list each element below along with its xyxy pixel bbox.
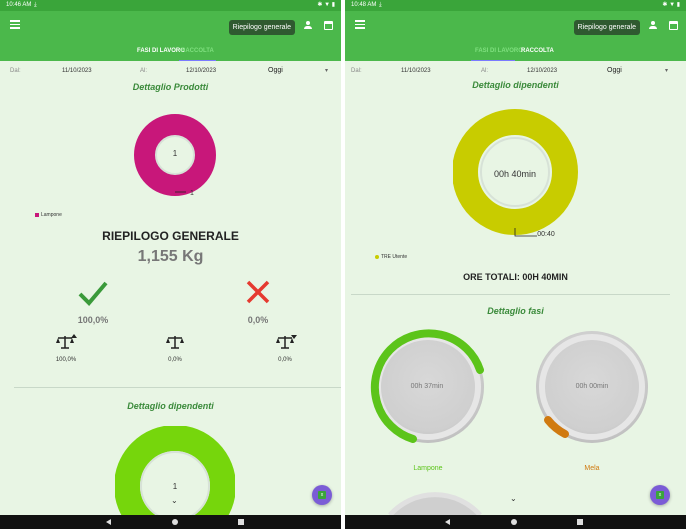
menu-icon[interactable] — [10, 20, 20, 32]
home-icon[interactable] — [511, 519, 517, 525]
signal-battery-icon: ✱ ▼ ▮ — [317, 2, 335, 8]
status-time: 10:48 AM — [351, 2, 377, 8]
tab-raccolta[interactable]: RACCOLTA — [521, 48, 554, 54]
fase-next-gauge-partial — [388, 492, 482, 515]
recents-icon[interactable] — [238, 519, 244, 525]
export-excel-button[interactable]: x — [650, 485, 670, 505]
dal-value[interactable]: 11/10/2023 — [401, 68, 431, 74]
legend-swatch — [375, 254, 379, 259]
check-icon — [78, 281, 108, 306]
section-divider — [14, 387, 341, 388]
legend-swatch — [35, 212, 39, 217]
scale-down-icon — [276, 335, 297, 349]
ore-totali: ORE TOTALI: 00H 40MIN — [463, 272, 568, 282]
status-time: 10:46 AM — [6, 2, 32, 8]
ko-percentage: 0,0% — [247, 315, 269, 325]
scale-up-value: 100,0% — [55, 357, 77, 363]
phone-right: 10:48 AM ⤓ ✱ ▼ ▮ Riepilogo generale FASI… — [345, 0, 686, 529]
period-select[interactable]: Oggi — [268, 67, 283, 74]
user-icon[interactable] — [648, 21, 658, 32]
riepilogo-generale-button[interactable]: Riepilogo generale — [228, 20, 295, 35]
fase-mela-label: Mela — [584, 465, 600, 472]
scale-icon — [166, 336, 184, 349]
system-navbar — [0, 515, 341, 529]
close-icon — [246, 280, 270, 304]
signal-battery-icon: ✱ ▼ ▮ — [662, 2, 680, 8]
date-filter: Dal: 11/10/2023 Al: 12/10/2023 Oggi ▾ — [0, 61, 341, 79]
download-icon: ⤓ — [34, 2, 37, 8]
dal-value[interactable]: 11/10/2023 — [62, 68, 92, 74]
fase-mela-time: 00h 00min — [575, 383, 609, 390]
dipendenti-donut-center: 00h 40min — [493, 169, 537, 179]
tab-fasi-di-lavoro[interactable]: FASI DI LAVORO — [475, 48, 523, 54]
dipendenti-donut — [115, 426, 235, 529]
recents-icon[interactable] — [577, 519, 583, 525]
download-icon: ⤓ — [379, 2, 382, 8]
ok-percentage: 100,0% — [77, 315, 109, 325]
scale-down-value: 0,0% — [278, 357, 292, 363]
home-icon[interactable] — [172, 519, 178, 525]
chevron-down-icon[interactable]: ▾ — [665, 67, 668, 74]
dipendenti-title: Dettaglio dipendenti — [472, 80, 559, 90]
scroll-down-icon[interactable]: ⌄ — [171, 496, 178, 505]
prodotti-donut-tick-label: 1 — [190, 190, 194, 197]
export-excel-button[interactable]: x — [312, 485, 332, 505]
riepilogo-generale-button[interactable]: Riepilogo generale — [573, 20, 640, 35]
riepilogo-kg: 1,155 Kg — [137, 248, 204, 265]
al-value[interactable]: 12/10/2023 — [527, 68, 557, 74]
tab-bar: FASI DI LAVORO RACCOLTA — [0, 41, 341, 61]
fase-lampone-time: 00h 37min — [410, 383, 444, 390]
prodotti-legend: Lampone — [35, 212, 62, 218]
back-icon[interactable] — [106, 519, 111, 525]
scroll-down-icon[interactable]: ⌄ — [510, 494, 517, 503]
user-icon[interactable] — [303, 21, 313, 32]
dipendenti-donut-center: 1 — [172, 482, 178, 491]
legend-label: Lampone — [41, 212, 62, 218]
system-navbar — [345, 515, 686, 529]
phone-left: 10:46 AM ⤓ ✱ ▼ ▮ Riepilogo generale FASI… — [0, 0, 341, 529]
al-label: Al: — [140, 68, 148, 74]
date-filter: Dal: 11/10/2023 Al: 12/10/2023 Oggi ▾ — [345, 61, 686, 79]
dipendenti-donut-tick-label: 00:40 — [537, 231, 555, 238]
dal-label: Dal: — [10, 68, 21, 74]
excel-icon: x — [318, 491, 326, 499]
dal-label: Dal: — [351, 68, 362, 74]
status-bar: 10:48 AM ⤓ ✱ ▼ ▮ — [345, 0, 686, 11]
legend-label: TRE Utente — [381, 254, 408, 260]
tab-bar: FASI DI LAVORO RACCOLTA — [345, 41, 686, 61]
fase-lampone-label: Lampone — [413, 465, 443, 472]
al-value[interactable]: 12/10/2023 — [186, 68, 216, 74]
app-bar: Riepilogo generale — [345, 11, 686, 41]
app-bar: Riepilogo generale — [0, 11, 341, 41]
dipendenti-title: Dettaglio dipendenti — [127, 401, 214, 411]
prodotti-donut-center: 1 — [172, 149, 178, 158]
period-select[interactable]: Oggi — [607, 67, 622, 74]
status-bar: 10:46 AM ⤓ ✱ ▼ ▮ — [0, 0, 341, 11]
screenshot-stage: 10:46 AM ⤓ ✱ ▼ ▮ Riepilogo generale FASI… — [0, 0, 686, 529]
excel-icon: x — [656, 491, 664, 499]
fasi-title: Dettaglio fasi — [487, 306, 544, 316]
section-divider — [351, 294, 670, 295]
dipendenti-legend: TRE Utente — [375, 254, 407, 260]
tab-fasi-di-lavoro[interactable]: FASI DI LAVORO — [137, 48, 185, 54]
chevron-down-icon[interactable]: ▾ — [325, 67, 328, 74]
tab-raccolta[interactable]: RACCOLTA — [181, 48, 214, 54]
scale-value: 0,0% — [168, 357, 182, 363]
riepilogo-title: RIEPILOGO GENERALE — [102, 229, 239, 243]
al-label: Al: — [481, 68, 489, 74]
calendar-icon[interactable] — [669, 21, 678, 30]
menu-icon[interactable] — [355, 20, 365, 32]
back-icon[interactable] — [445, 519, 450, 525]
prodotti-title: Dettaglio Prodotti — [132, 82, 209, 92]
calendar-icon[interactable] — [324, 21, 333, 30]
scale-up-icon — [56, 334, 77, 349]
